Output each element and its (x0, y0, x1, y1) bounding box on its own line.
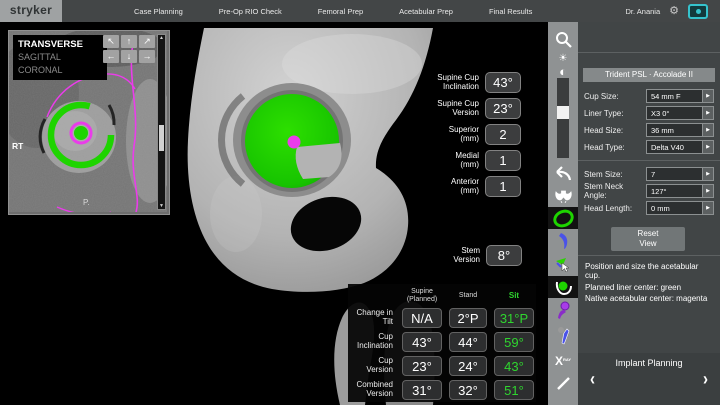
pan-up-right-icon[interactable]: ↗ (139, 35, 155, 48)
camera-indicator-icon[interactable] (688, 4, 708, 19)
cup-size-expand-icon[interactable]: ▶ (703, 89, 714, 103)
head-type-expand-icon[interactable]: ▶ (703, 140, 714, 154)
measure-row: Medial(mm) 1 (415, 148, 521, 172)
implant-panel: Trident PSL · Accolade II Cup Size: 54 m… (578, 22, 720, 405)
slice-scrollbar-thumb[interactable] (159, 125, 164, 151)
slice-scrollbar[interactable]: ▲ ▼ (157, 34, 166, 210)
stem-version-value: 8° (486, 245, 522, 266)
row-cup-version: CupVersion (350, 354, 398, 378)
stem-size-expand-icon[interactable]: ▶ (703, 167, 714, 181)
stage-title: Implant Planning (578, 358, 720, 368)
slider-thumb[interactable] (557, 106, 569, 119)
field-head-length: Head Length: 0 mm ▶ (584, 200, 714, 216)
implant-drag-icon[interactable] (548, 253, 578, 275)
pan-right-icon[interactable]: → (139, 50, 155, 63)
field-liner-type: Liner Type: X3 0° ▶ (584, 105, 714, 121)
magnify-icon[interactable] (548, 28, 578, 50)
supine-cup-inclination-value: 43° (485, 72, 521, 93)
pan-down-icon[interactable]: ↓ (121, 50, 137, 63)
posterior-label: P. (83, 198, 90, 207)
col-supine-planned: Supine(Planned) (399, 286, 445, 306)
head-type-select[interactable]: Delta V40 (646, 140, 703, 154)
col-sit: Sit (491, 286, 537, 306)
femur-head-icon[interactable] (548, 299, 578, 321)
pan-up-left-icon[interactable]: ↖ (103, 35, 119, 48)
stem-neck-angle-select[interactable]: 127° (646, 184, 703, 198)
scroll-down-icon[interactable]: ▼ (158, 203, 165, 209)
undo-icon[interactable] (548, 162, 578, 184)
row-combined-version: CombinedVersion (350, 378, 398, 402)
stryker-logo: stryker (0, 0, 62, 22)
liner-type-select[interactable]: X3 0° (646, 106, 703, 120)
nav-final-results[interactable]: Final Results (489, 7, 532, 16)
col-stand: Stand (446, 286, 490, 306)
pelvis-icon[interactable] (548, 185, 578, 207)
user-name: Dr. Anania (626, 7, 661, 16)
head-size-expand-icon[interactable]: ▶ (703, 123, 714, 137)
nav-case-planning[interactable]: Case Planning (134, 7, 183, 16)
liner-type-expand-icon[interactable]: ▶ (703, 106, 714, 120)
planned-liner-icon[interactable] (548, 207, 578, 229)
field-head-size: Head Size: 36 mm ▶ (584, 122, 714, 138)
anterior-mm-value: 1 (485, 176, 521, 197)
orientation-sagittal[interactable]: SAGITTAL (18, 51, 102, 64)
next-stage-icon[interactable]: › (703, 369, 708, 390)
orientation-transverse[interactable]: TRANSVERSE (18, 38, 102, 51)
supine-cup-version-value: 23° (485, 98, 521, 119)
pan-up-icon[interactable]: ↑ (121, 35, 137, 48)
measure-row: Supine CupInclination 43° (415, 70, 521, 94)
nav-femoral-prep[interactable]: Femoral Prep (318, 7, 363, 16)
nav-pre-op-rio-check[interactable]: Pre-Op RIO Check (219, 7, 282, 16)
measure-row: Anterior(mm) 1 (415, 174, 521, 198)
orientation-coronal[interactable]: CORONAL (18, 64, 102, 77)
head-length-select[interactable]: 0 mm (646, 201, 703, 215)
stem-neck-angle-expand-icon[interactable]: ▶ (703, 184, 714, 198)
cup-measurements: Supine CupInclination 43° Supine CupVers… (415, 70, 521, 200)
head-size-select[interactable]: 36 mm (646, 123, 703, 137)
implant-system-title[interactable]: Trident PSL · Accolade II (583, 68, 715, 82)
cup-size-select[interactable]: 54 mm F (646, 89, 703, 103)
stem-head-icon[interactable] (548, 324, 578, 346)
planned-stem-icon[interactable] (548, 230, 578, 252)
main-nav: Case Planning Pre-Op RIO Check Femoral P… (134, 7, 532, 16)
field-stem-size: Stem Size: 7 ▶ (584, 166, 714, 182)
pan-left-icon[interactable]: ← (103, 50, 119, 63)
field-stem-neck-angle: Stem Neck Angle: 127° ▶ (584, 183, 714, 199)
planned-center-marker (74, 126, 88, 140)
field-head-type: Head Type: Delta V40 ▶ (584, 139, 714, 155)
stem-version-readout: StemVersion 8° (427, 240, 548, 270)
row-change-in-tilt: Change inTilt (350, 306, 398, 330)
measure-icon[interactable] (548, 372, 578, 394)
nav-acetabular-prep[interactable]: Acetabular Prep (399, 7, 453, 16)
window-level-slider[interactable] (557, 78, 569, 158)
medial-mm-value: 1 (485, 150, 521, 171)
reset-view-button[interactable]: ResetView (611, 227, 685, 251)
measure-row: Supine CupVersion 23° (415, 96, 521, 120)
previous-stage-icon[interactable]: ‹ (590, 369, 595, 390)
scroll-up-icon[interactable]: ▲ (158, 35, 165, 41)
side-label: RT (12, 141, 23, 151)
stage-footer: Implant Planning ‹ › (578, 353, 720, 405)
gear-icon[interactable]: ⚙ (669, 6, 679, 17)
stem-size-select[interactable]: 7 (646, 167, 703, 181)
cup-head-icon[interactable] (548, 276, 578, 298)
view-toolbar: ☀ ◐ XRAY (548, 22, 578, 405)
ct-viewer-panel[interactable]: TRANSVERSE SAGITTAL CORONAL ↖ ↑ ↗ ← ↓ → … (8, 30, 170, 215)
top-bar: stryker Case Planning Pre-Op RIO Check F… (0, 0, 720, 22)
row-cup-inclination: CupInclination (350, 330, 398, 354)
legend-planned-liner: Planned liner center: green (585, 283, 681, 292)
native-center-marker (288, 136, 301, 149)
head-length-expand-icon[interactable]: ▶ (703, 201, 714, 215)
measure-row: Superior(mm) 2 (415, 122, 521, 146)
superior-mm-value: 2 (485, 124, 521, 145)
orientation-selector: TRANSVERSE SAGITTAL CORONAL (13, 35, 107, 80)
pan-controls: ↖ ↑ ↗ ← ↓ → (103, 35, 159, 63)
xray-icon[interactable]: XRAY (548, 350, 578, 372)
legend-native-center: Native acetabular center: magenta (585, 294, 707, 303)
pose-comparison-table: Supine(Planned) Stand Sit Change inTilt … (348, 284, 536, 402)
field-cup-size: Cup Size: 54 mm F ▶ (584, 88, 714, 104)
instruction-text: Position and size the acetabular cup. (585, 262, 715, 280)
